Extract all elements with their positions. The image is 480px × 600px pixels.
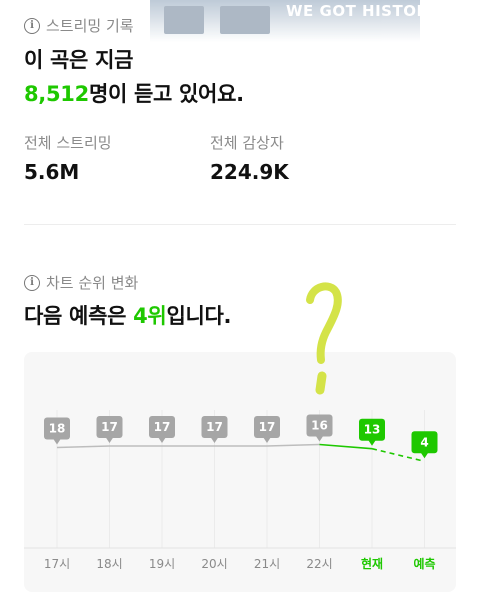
series-segment: [266, 443, 320, 447]
banner-block: [220, 6, 270, 34]
question-mark-annotation: [306, 282, 342, 395]
rank-marker-pointer: [105, 437, 114, 443]
x-tick-label: 19시: [149, 557, 175, 571]
total-streaming-label: 전체 스트리밍: [24, 134, 112, 152]
question-mark-stroke: [306, 282, 342, 364]
rank-marker: 18: [44, 417, 70, 445]
total-streaming-value: 5.6M: [24, 160, 80, 184]
rank-marker-label: 4: [420, 435, 428, 449]
streaming-section-header[interactable]: i 스트리밍 기록: [24, 15, 134, 36]
x-tick-label: 21시: [254, 557, 280, 571]
prediction-suffix: 입니다.: [166, 304, 232, 328]
series-segment: [56, 445, 110, 449]
rank-marker-label: 18: [49, 422, 66, 436]
rank-marker-label: 16: [311, 419, 328, 433]
rank-marker-pointer: [158, 437, 166, 443]
listener-headline: 8,512명이 듣고 있어요.: [24, 78, 244, 108]
question-mark-dot: [315, 371, 327, 395]
listener-count: 8,512: [24, 82, 89, 106]
section-divider: [24, 224, 456, 225]
rank-marker-pointer: [263, 437, 271, 443]
rank-marker-label: 13: [364, 423, 381, 437]
streaming-section-label: 스트리밍 기록: [46, 17, 134, 35]
rank-marker: 17: [201, 416, 228, 443]
rank-marker: 17: [254, 416, 280, 443]
rank-marker-pointer: [420, 452, 429, 459]
rank-marker-label: 17: [206, 420, 223, 434]
rank-marker-pointer: [315, 435, 324, 442]
info-icon[interactable]: i: [24, 17, 40, 34]
x-tick-label: 현재: [361, 556, 383, 571]
rank-marker: 17: [96, 416, 123, 443]
rank-marker-label: 17: [259, 420, 276, 434]
prediction-headline: 다음 예측은 4위입니다.: [24, 300, 232, 330]
prediction-prefix: 다음 예측은: [24, 304, 134, 328]
total-listeners-label: 전체 감상자: [210, 134, 284, 152]
rank-marker-label: 17: [154, 420, 171, 434]
rank-marker: 16: [306, 414, 333, 442]
banner-text: WE GOT HISTORY: [286, 2, 440, 20]
rank-marker: 4: [411, 431, 438, 459]
listener-headline-suffix: 명이 듣고 있어요.: [88, 82, 244, 106]
rank-marker-pointer: [53, 438, 61, 445]
rank-marker-pointer: [210, 437, 219, 443]
info-icon[interactable]: i: [24, 274, 40, 291]
streaming-headline: 이 곡은 지금: [24, 48, 134, 72]
rank-marker: 17: [149, 416, 175, 443]
rank-marker-label: 17: [101, 420, 118, 434]
rank-marker: 13: [359, 418, 385, 446]
total-listeners-value: 224.9K: [210, 160, 289, 184]
banner-block: [164, 6, 204, 34]
series-segment: [319, 443, 373, 450]
x-tick-label: 18시: [96, 557, 122, 571]
chart-section-header[interactable]: i 차트 순위 변화: [24, 272, 138, 293]
x-tick-label: 17시: [44, 557, 70, 571]
prediction-rank: 4위: [133, 304, 167, 328]
chart-section-label: 차트 순위 변화: [46, 274, 139, 292]
x-tick-label: 예측: [413, 556, 435, 571]
rank-marker-pointer: [368, 439, 376, 446]
rank-chart: 18 17 17 17 17 16 13 4 17시 18시 19시 20시 21시 22시 현재 예측: [24, 410, 456, 571]
x-tick-label: 20시: [201, 557, 227, 571]
x-tick-label: 22시: [306, 557, 332, 571]
rank-chart-panel: 18 17 17 17 17 16 13 4 17시 18시 19시 20시 21시 22시 현재 예측: [24, 352, 456, 592]
